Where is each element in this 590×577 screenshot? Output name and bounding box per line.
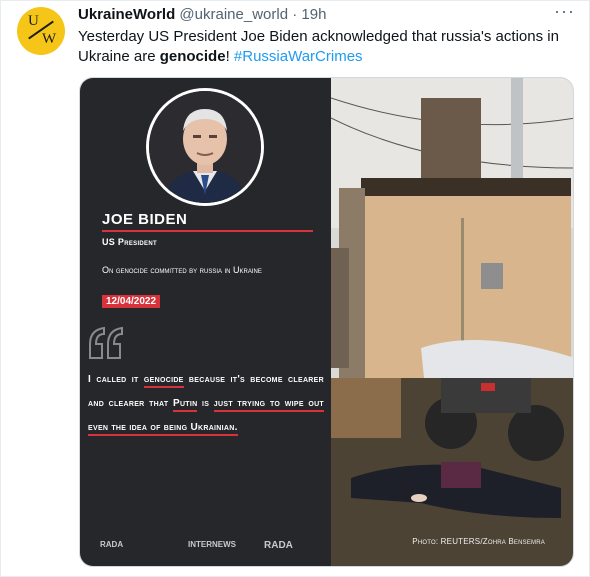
hashtag-link[interactable]: #RussiaWarCrimes [234,48,363,65]
account-name[interactable]: UkraineWorld [78,6,175,23]
avatar-letter-w: W [42,31,57,47]
separator-dot: · [292,6,298,23]
internews-logo: INTERNEWS [188,540,236,549]
more-options-icon[interactable]: ··· [554,2,575,20]
partner-logos: RADA INTERNEWS RADA [100,536,325,558]
rada-logo: RADA [100,540,124,549]
timestamp[interactable]: 19h [301,6,326,23]
quote-date: 12/04/2022 [102,295,161,308]
rada-next-logo: RADA [264,540,293,551]
speaker-portrait [146,88,264,206]
tweet-card[interactable]: U W UkraineWorld @ukraine_world · 19h ··… [0,0,590,577]
quote-underlined-genocide: genocide [143,374,184,388]
tweet-media[interactable]: JOE BIDEN US President On genocide commi… [79,77,574,567]
tweet-text-bold: genocide [159,48,226,65]
quote-mark-icon [89,326,123,359]
speaker-name: JOE BIDEN [102,211,188,228]
tweet-header: UkraineWorld @ukraine_world · 19h [78,6,326,23]
name-divider [102,230,313,232]
destroyed-building-image [331,78,573,566]
account-handle[interactable]: @ukraine_world [179,6,288,23]
quote-text: I called it genocide because it's become… [88,368,325,440]
quote-part3: is [197,398,214,409]
quote-underlined-putin: Putin [172,398,198,412]
avatar-letter-u: U [28,13,39,29]
quote-context: On genocide committed by russia in Ukrai… [102,265,262,275]
war-photo: Photo: REUTERS/Zohra Bensemra [331,78,573,566]
quote-panel: JOE BIDEN US President On genocide commi… [80,78,331,566]
quote-part1: I called it [88,374,144,385]
photo-credit: Photo: REUTERS/Zohra Bensemra [412,537,545,546]
tweet-text: Yesterday US President Joe Biden acknowl… [78,27,573,67]
tweet-text-part2: ! [225,48,234,65]
speaker-role: US President [102,237,157,247]
portrait-image [149,91,261,203]
avatar[interactable]: U W [17,7,65,55]
